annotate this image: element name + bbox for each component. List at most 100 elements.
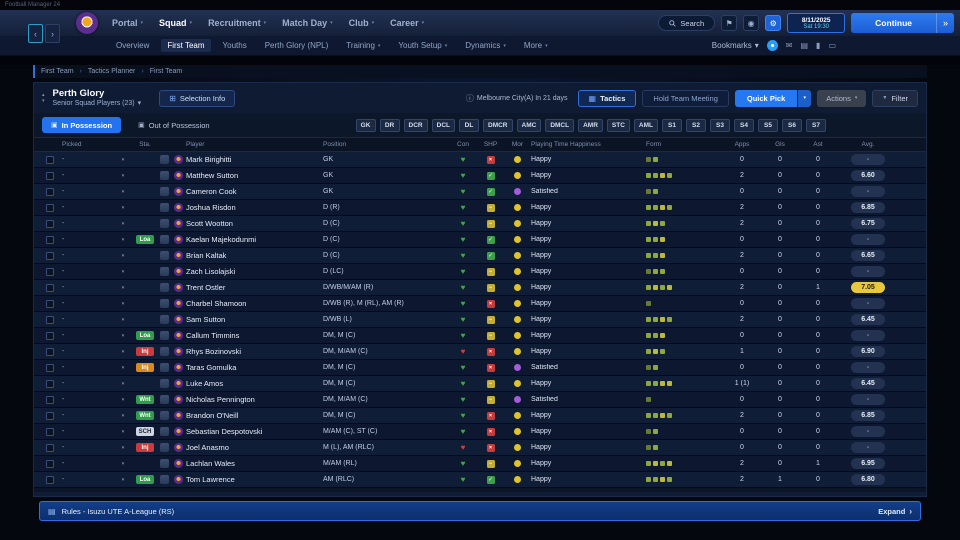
player-name[interactable]: Rhys Bozinovski	[186, 347, 323, 356]
row-checkbox[interactable]	[46, 411, 54, 420]
player-info-icon[interactable]	[158, 459, 171, 468]
subnav-item-first-team[interactable]: First Team	[161, 39, 211, 52]
row-checkbox[interactable]	[46, 283, 54, 292]
nav-menu-portal[interactable]: Portal ▾	[112, 18, 143, 28]
settings-gear-icon[interactable]: ⚙	[765, 15, 782, 31]
nav-menu-squad[interactable]: Squad ▾	[159, 18, 192, 28]
position-filter-dcr[interactable]: DCR	[403, 118, 428, 132]
continue-button[interactable]: Continue »	[851, 13, 954, 33]
col-sta[interactable]: Sta.	[132, 141, 158, 148]
expand-button[interactable]: Expand ›	[878, 507, 912, 516]
position-filter-s6[interactable]: S6	[782, 118, 802, 132]
breadcrumb-item[interactable]: First Team	[150, 68, 183, 75]
table-row[interactable]: - ▾ Loa Tom Lawrence AM (RLC) ♥ ✓ Happy 2 1 0 6.80	[34, 472, 926, 488]
player-info-icon[interactable]	[158, 475, 171, 484]
table-row[interactable]: - ▾ Inj Rhys Bozinovski DM, M/AM (C) ♥ × Happy 1…	[34, 344, 926, 360]
player-name[interactable]: Brian Kaltak	[186, 251, 323, 260]
quick-pick-dropdown[interactable]: ▾	[798, 89, 812, 107]
player-info-icon[interactable]	[158, 235, 171, 244]
mail-icon[interactable]: ✉	[786, 41, 793, 50]
col-gls[interactable]: Gls	[761, 141, 799, 148]
row-checkbox[interactable]	[46, 347, 54, 356]
table-row[interactable]: - ▾ Matthew Sutton GK ♥ ✓ Happy 2 0 0 6.60	[34, 168, 926, 184]
player-info-icon[interactable]	[158, 203, 171, 212]
table-row[interactable]: - ▾ Loa Kaelan Majekodunmi D (C) ♥ ✓ Happy 0 0 0 -	[34, 232, 926, 248]
player-info-icon[interactable]	[158, 347, 171, 356]
table-row[interactable]: - ▾ SCH Sebastian Despotovski M/AM (C), ST (…	[34, 424, 926, 440]
player-name[interactable]: Trent Ostler	[186, 283, 323, 292]
bookmarks-dropdown[interactable]: Bookmarks ▾	[712, 41, 759, 50]
subnav-item-training[interactable]: Training ▾	[340, 39, 386, 52]
collapse-toggle[interactable]: ▴ ▾	[42, 92, 45, 104]
player-name[interactable]: Taras Gomulka	[186, 363, 323, 372]
table-row[interactable]: - ▾ Sam Sutton D/WB (L) ♥ − Happy 2 0 0 6.45	[34, 312, 926, 328]
row-checkbox[interactable]	[46, 171, 54, 180]
row-options chevron-down-icon[interactable]: ▾	[114, 205, 132, 211]
position-filter-s4[interactable]: S4	[734, 118, 754, 132]
nav-menu-career[interactable]: Career ▾	[390, 18, 424, 28]
position-filter-dcl[interactable]: DCL	[431, 118, 455, 132]
table-row[interactable]: - ▾ Cameron Cook GK ♥ ✓ Satisfied 0 0 0 -	[34, 184, 926, 200]
player-info-icon[interactable]	[158, 427, 171, 436]
subnav-item-more[interactable]: More ▾	[518, 39, 554, 52]
player-info-icon[interactable]	[158, 443, 171, 452]
player-info-icon[interactable]	[158, 251, 171, 260]
col-avg[interactable]: Avg.	[846, 141, 890, 148]
col-form[interactable]: Form	[646, 141, 723, 148]
nav-menu-match-day[interactable]: Match Day ▾	[282, 18, 333, 28]
squad-selector-dropdown[interactable]: Senior Squad Players (23) ▾	[53, 100, 142, 108]
row-checkbox[interactable]	[46, 187, 54, 196]
subnav-item-overview[interactable]: Overview	[110, 39, 155, 52]
table-row[interactable]: - ▾ Charbel Shamoon D/WB (R), M (RL), AM (R…	[34, 296, 926, 312]
player-name[interactable]: Kaelan Majekodunmi	[186, 235, 323, 244]
back-button[interactable]: ‹	[28, 24, 43, 43]
player-name[interactable]: Lachlan Wales	[186, 459, 323, 468]
player-info-icon[interactable]	[158, 267, 171, 276]
suggestions-icon[interactable]: ◉	[743, 15, 760, 31]
player-name[interactable]: Tom Lawrence	[186, 475, 323, 484]
player-info-icon[interactable]	[158, 331, 171, 340]
player-info-icon[interactable]	[158, 155, 171, 164]
player-name[interactable]: Brandon O'Neill	[186, 411, 323, 420]
actions-button[interactable]: Actions ▾	[817, 89, 867, 107]
col-ast[interactable]: Ast	[799, 141, 837, 148]
position-filter-dr[interactable]: DR	[379, 118, 400, 132]
position-filter-dmcl[interactable]: DMCL	[545, 118, 575, 132]
row-options chevron-down-icon[interactable]: ▾	[114, 173, 132, 179]
player-name[interactable]: Sebastian Despotovski	[186, 427, 323, 436]
player-info-icon[interactable]	[158, 299, 171, 308]
row-options chevron-down-icon[interactable]: ▾	[114, 445, 132, 451]
player-name[interactable]: Scott Wootton	[186, 219, 323, 228]
screens-icon[interactable]: ▭	[828, 41, 836, 50]
player-info-icon[interactable]	[158, 363, 171, 372]
col-picked[interactable]: Picked	[58, 141, 114, 148]
filter-button[interactable]: ▼ Filter	[872, 89, 918, 107]
player-name[interactable]: Cameron Cook	[186, 187, 323, 196]
game-date-widget[interactable]: 8/11/2025 Sat 19:30	[787, 13, 846, 33]
row-options chevron-down-icon[interactable]: ▾	[114, 477, 132, 483]
row-checkbox[interactable]	[46, 379, 54, 388]
player-info-icon[interactable]	[158, 219, 171, 228]
position-filter-s1[interactable]: S1	[662, 118, 682, 132]
position-filter-gk[interactable]: GK	[355, 118, 376, 132]
quick-pick-button[interactable]: Quick Pick	[734, 89, 798, 107]
table-row[interactable]: - ▾ Brian Kaltak D (C) ♥ ✓ Happy 2 0 0 6.65	[34, 248, 926, 264]
table-row[interactable]: - ▾ Loa Callum Timmins DM, M (C) ♥ − Happy 0 0 0 -	[34, 328, 926, 344]
search-input[interactable]: Search	[658, 15, 716, 31]
player-name[interactable]: Mark Birighitti	[186, 155, 323, 164]
col-position[interactable]: Position	[323, 141, 449, 148]
player-info-icon[interactable]	[158, 395, 171, 404]
tab-out-of-possession[interactable]: ▣ Out of Possession	[129, 117, 219, 133]
nav-menu-club[interactable]: Club ▾	[349, 18, 375, 28]
messages-icon[interactable]	[766, 40, 778, 51]
table-row[interactable]: - ▾ Inj Joel Anasmo M (L), AM (RLC) ♥ × Happy 0 0…	[34, 440, 926, 456]
bookmark-flag-icon[interactable]: ⚑	[721, 15, 738, 31]
player-name[interactable]: Sam Sutton	[186, 315, 323, 324]
table-row[interactable]: - ▾ Joshua Risdon D (R) ♥ − Happy 2 0 0 6.85	[34, 200, 926, 216]
tab-in-possession[interactable]: ▣ In Possession	[42, 117, 122, 133]
row-options chevron-down-icon[interactable]: ▾	[114, 365, 132, 371]
hold-team-meeting-button[interactable]: Hold Team Meeting	[642, 89, 729, 107]
row-options chevron-down-icon[interactable]: ▾	[114, 189, 132, 195]
inbox-icon[interactable]: ▤	[800, 41, 808, 50]
club-crest-logo[interactable]	[76, 12, 98, 34]
